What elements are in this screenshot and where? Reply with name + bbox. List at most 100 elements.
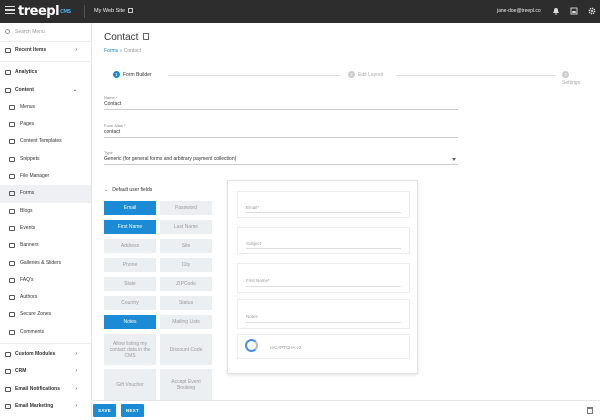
folder-icon bbox=[9, 174, 15, 180]
search-input[interactable]: Search Menu bbox=[15, 29, 45, 35]
comment-icon bbox=[9, 329, 15, 335]
next-button[interactable]: NEXT bbox=[121, 404, 144, 417]
name-field[interactable]: Name * Contact bbox=[104, 95, 458, 110]
sidebar-item-events[interactable]: Events bbox=[0, 220, 91, 237]
form-icon bbox=[9, 191, 15, 197]
divider bbox=[0, 61, 91, 63]
field-toggle-address[interactable]: Address bbox=[104, 239, 156, 253]
sidebar-item-label: CRM bbox=[15, 368, 27, 375]
copy-icon[interactable] bbox=[143, 33, 150, 40]
search-icon bbox=[5, 29, 10, 34]
step-settings[interactable]: 3Settings bbox=[562, 71, 581, 87]
field-toggle-city[interactable]: City bbox=[160, 258, 212, 272]
field-toggle-gift-voucher[interactable]: Gift Voucher bbox=[104, 369, 156, 400]
preview-field-notes[interactable]: Notes bbox=[237, 299, 410, 329]
field-toggle-notes[interactable]: Notes bbox=[104, 315, 156, 329]
sidebar-item-analytics[interactable]: Analytics bbox=[0, 64, 91, 81]
content-icon bbox=[5, 87, 11, 93]
blog-icon bbox=[9, 208, 15, 214]
sidebar-item-email-notifications[interactable]: Email Notifications › bbox=[0, 381, 91, 398]
chevron-down-icon: ⌄ bbox=[104, 187, 109, 193]
sidebar-item-custom-modules[interactable]: Custom Modules › bbox=[0, 346, 91, 363]
chevron-icon: › bbox=[75, 47, 77, 53]
preview-field-first-name[interactable]: First Name* bbox=[237, 263, 410, 293]
field-toggle-allow-listing-my-contact-data-in-the-cms[interactable]: Allow listing my contact data in the CMS bbox=[104, 334, 156, 365]
save-button[interactable]: SAVE bbox=[93, 404, 116, 417]
sidebar-item-email-marketing[interactable]: Email Marketing › bbox=[0, 398, 91, 415]
sidebar-item-label: Banners bbox=[20, 242, 39, 249]
field-toggle-first-name[interactable]: First Name bbox=[104, 220, 156, 234]
field-toggle-state[interactable]: State bbox=[104, 277, 156, 291]
faq-icon bbox=[9, 277, 15, 283]
sidebar-item-label: Content Templates bbox=[20, 138, 62, 145]
sidebar-item-blogs[interactable]: Blogs bbox=[0, 203, 91, 220]
step-form-builder[interactable]: 1 Form Builder bbox=[113, 71, 152, 79]
sidebar-item-label: Recent Items bbox=[15, 47, 47, 53]
sidebar-item-menus[interactable]: Menus bbox=[0, 99, 91, 116]
sidebar-item-label: Menus bbox=[20, 103, 36, 110]
default-user-fields-toggle[interactable]: ⌄ Default user fields bbox=[104, 187, 152, 193]
sidebar-item-recent-items[interactable]: Recent Items › bbox=[0, 42, 91, 59]
chevron-icon: › bbox=[75, 402, 77, 409]
field-toggle-mailing-lists[interactable]: Mailing Lists bbox=[160, 315, 212, 329]
field-toggle-last-name[interactable]: Last Name bbox=[160, 220, 212, 234]
preview-icon[interactable] bbox=[570, 7, 578, 15]
form-preview: Email* Subject First Name* Notes reCAPTC… bbox=[227, 180, 418, 374]
sidebar-item-label: Email Marketing bbox=[15, 402, 54, 409]
field-toggle-zipcode[interactable]: ZIPCode bbox=[160, 277, 212, 291]
sidebar-item-label: Content bbox=[15, 86, 34, 93]
sidebar-item-faq-s[interactable]: FAQ's bbox=[0, 272, 91, 289]
recaptcha-widget[interactable]: reCAPTCHA v2 bbox=[237, 334, 410, 359]
field-toggle-phone[interactable]: Phone bbox=[104, 258, 156, 272]
sidebar-nav: Recent Items › Analytics Content ⌄ Menus Pages… bbox=[0, 42, 91, 415]
breadcrumb-forms-link[interactable]: Forms bbox=[104, 48, 118, 54]
field-toggle-site[interactable]: Site bbox=[160, 239, 212, 253]
sidebar-item-pages[interactable]: Pages bbox=[0, 116, 91, 133]
page-title: Contact bbox=[104, 32, 150, 43]
gallery-icon bbox=[9, 260, 15, 266]
sidebar-item-label: Pages bbox=[20, 121, 35, 128]
menu-search[interactable]: Search Menu bbox=[0, 23, 91, 42]
type-select[interactable]: Type Generic (for general forms and arbi… bbox=[104, 150, 458, 165]
field-toggle-status[interactable]: Status bbox=[160, 296, 212, 310]
sidebar-item-banners[interactable]: Banners bbox=[0, 237, 91, 254]
field-toggle-discount-code[interactable]: Discount Code bbox=[160, 334, 212, 365]
step-connector bbox=[168, 75, 341, 76]
field-toggle-accept-event-booking[interactable]: Accept Event Booking bbox=[160, 369, 212, 400]
sidebar-item-crm[interactable]: CRM › bbox=[0, 363, 91, 380]
trash-icon[interactable] bbox=[587, 407, 593, 414]
settings-icon[interactable] bbox=[588, 7, 596, 15]
sidebar-item-file-manager[interactable]: File Manager bbox=[0, 168, 91, 185]
sidebar-item-label: Analytics bbox=[15, 69, 38, 76]
site-link[interactable]: My Web Site bbox=[94, 8, 134, 14]
top-bar: treeplCMS My Web Site jane-doe@treepl.co bbox=[0, 0, 600, 23]
sidebar-item-galleries-sliders[interactable]: Galleries & Sliders bbox=[0, 255, 91, 272]
sidebar-item-content-templates[interactable]: Content Templates bbox=[0, 133, 91, 150]
action-bar: SAVE NEXT bbox=[93, 400, 600, 420]
sidebar-item-comments[interactable]: Comments bbox=[0, 324, 91, 341]
preview-field-subject[interactable]: Subject bbox=[237, 227, 410, 254]
sidebar-item-content[interactable]: Content ⌄ bbox=[0, 82, 91, 99]
modules-icon bbox=[5, 352, 11, 358]
user-email[interactable]: jane-doe@treepl.co bbox=[497, 8, 541, 14]
field-toggle-password[interactable]: Password bbox=[160, 201, 212, 215]
field-toggle-country[interactable]: Country bbox=[104, 296, 156, 310]
wizard-steps: 1 Form Builder 2 Edit Layout 3Settings bbox=[111, 71, 581, 86]
divider bbox=[0, 343, 91, 345]
sidebar-item-secure-zones[interactable]: Secure Zones bbox=[0, 306, 91, 323]
marketing-icon bbox=[5, 403, 11, 409]
sidebar-item-forms[interactable]: Forms bbox=[0, 185, 91, 203]
sidebar-item-label: Custom Modules bbox=[15, 351, 56, 358]
step-edit-layout[interactable]: 2 Edit Layout bbox=[348, 71, 383, 79]
sidebar-item-label: Email Notifications bbox=[15, 385, 61, 392]
preview-field-email[interactable]: Email* bbox=[237, 191, 410, 218]
field-toggle-email[interactable]: Email bbox=[104, 201, 156, 215]
form-alias-field[interactable]: Form Alias * contact bbox=[104, 123, 458, 138]
menu-icon[interactable] bbox=[5, 6, 15, 16]
sidebar-item-label: Secure Zones bbox=[20, 311, 52, 318]
app-logo[interactable]: treeplCMS bbox=[18, 4, 71, 19]
step-connector bbox=[396, 75, 556, 76]
sidebar-item-authors[interactable]: Authors bbox=[0, 289, 91, 306]
bell-icon[interactable] bbox=[552, 7, 560, 15]
sidebar-item-snippets[interactable]: Snippets bbox=[0, 151, 91, 168]
